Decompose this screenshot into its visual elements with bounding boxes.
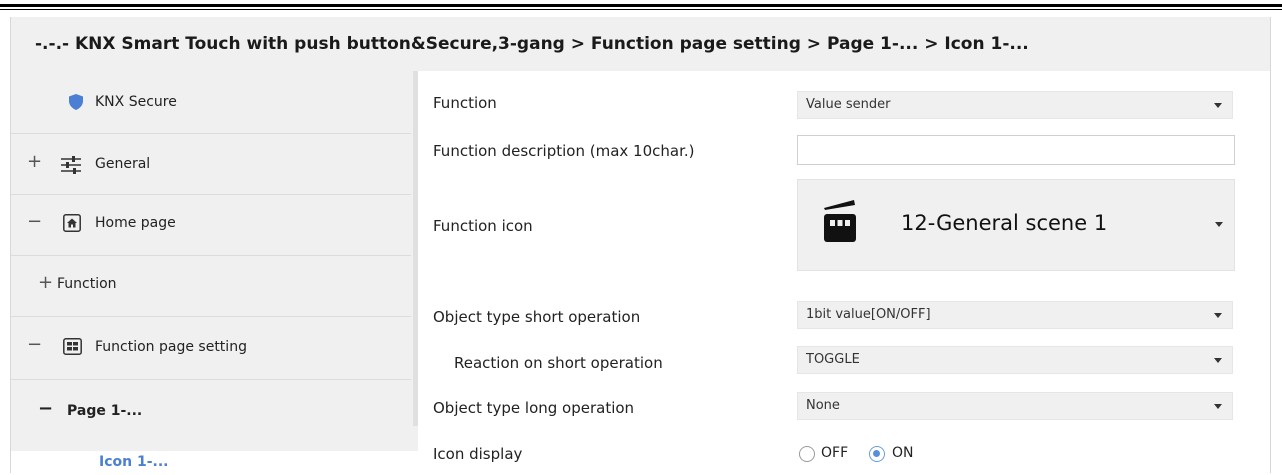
home-icon (63, 214, 81, 232)
window: -.-.- KNX Smart Touch with push button&S… (10, 17, 1271, 475)
short-operation-reaction-value: TOGGLE (806, 352, 860, 367)
sidebar-item-knx-secure[interactable]: KNX Secure (11, 71, 411, 133)
function-description-label: Function description (max 10char.) (433, 142, 695, 160)
sidebar-item-label: Page 1-... (67, 403, 143, 419)
function-value: Value sender (806, 97, 891, 112)
expand-icon[interactable]: + (27, 151, 42, 172)
sidebar-item-label: Function (57, 276, 117, 292)
collapse-icon[interactable]: − (27, 211, 42, 232)
sidebar-item-page-1[interactable]: − Page 1-... (11, 380, 411, 442)
breadcrumb: -.-.- KNX Smart Touch with push button&S… (11, 17, 1270, 71)
function-description-input[interactable] (797, 135, 1235, 165)
expand-icon[interactable]: + (38, 272, 53, 293)
long-operation-type-value: None (806, 398, 840, 413)
top-border (0, 4, 1282, 7)
function-icon-value: 12-General scene 1 (901, 211, 1108, 235)
short-operation-reaction-label: Reaction on short operation (454, 354, 663, 372)
icon-display-off-radio[interactable] (799, 446, 815, 462)
clapperboard-icon (824, 200, 856, 242)
sidebar: KNX Secure + General − Home page + Funct… (11, 71, 418, 475)
sidebar-item-label: Icon 1-... (99, 454, 169, 470)
chevron-down-icon (1214, 404, 1222, 409)
function-icon-select[interactable]: 12-General scene 1 (797, 179, 1235, 271)
short-operation-type-select[interactable]: 1bit value[ON/OFF] (797, 301, 1233, 329)
collapse-icon[interactable]: − (27, 334, 42, 355)
parameter-panel: Function Value sender Function descripti… (418, 71, 1270, 473)
icon-display-on-label[interactable]: ON (892, 445, 914, 461)
sidebar-item-label: KNX Secure (95, 94, 177, 110)
icon-display-on-radio[interactable] (869, 446, 885, 462)
icon-display-label: Icon display (433, 445, 523, 463)
chevron-down-icon (1214, 103, 1222, 108)
chevron-down-icon (1214, 313, 1222, 318)
sidebar-item-label: General (95, 156, 151, 172)
collapse-icon[interactable]: − (38, 398, 53, 419)
sidebar-item-home-page[interactable]: − Home page (11, 195, 411, 255)
function-icon-label: Function icon (433, 217, 533, 235)
function-select[interactable]: Value sender (797, 91, 1233, 119)
sliders-icon (61, 156, 81, 174)
grid-icon (63, 338, 82, 355)
sidebar-item-icon-1[interactable]: Icon 1-... (11, 451, 418, 475)
long-operation-type-select[interactable]: None (797, 392, 1233, 420)
chevron-down-icon (1215, 222, 1223, 227)
sidebar-item-function[interactable]: + Function (11, 256, 411, 316)
sidebar-item-label: Function page setting (95, 339, 247, 355)
chevron-down-icon (1214, 358, 1222, 363)
sidebar-item-general[interactable]: + General (11, 134, 411, 194)
long-operation-type-label: Object type long operation (433, 399, 635, 417)
short-operation-reaction-select[interactable]: TOGGLE (797, 346, 1233, 374)
shield-icon (69, 94, 83, 110)
top-border-thin (0, 9, 1282, 10)
short-operation-type-label: Object type short operation (433, 308, 641, 326)
sidebar-item-function-page-setting[interactable]: − Function page setting (11, 317, 411, 379)
icon-display-off-label[interactable]: OFF (821, 445, 848, 461)
short-operation-type-value: 1bit value[ON/OFF] (806, 307, 931, 322)
sidebar-item-label: Home page (95, 215, 176, 231)
function-label: Function (433, 94, 497, 112)
